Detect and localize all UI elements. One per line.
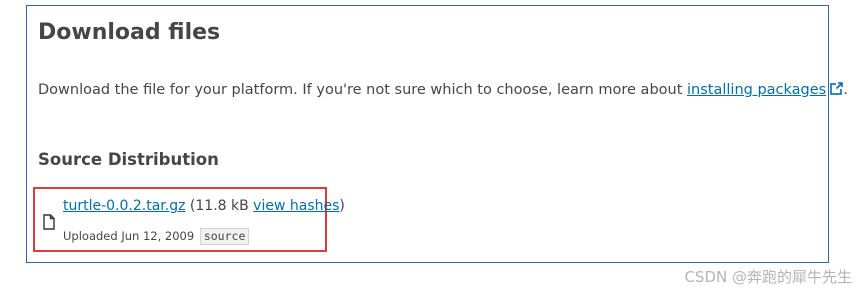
file-line: turtle-0.0.2.tar.gz (11.8 kB view hashes… (63, 197, 345, 215)
download-files-panel: Download files Download the file for you… (26, 5, 848, 263)
source-badge: source (199, 228, 250, 245)
download-intro-text: Download the file for your platform. If … (38, 81, 848, 99)
intro-prefix: Download the file for your platform. If … (38, 82, 688, 98)
file-size-close: ) (339, 198, 345, 214)
view-hashes-link[interactable]: view hashes (253, 198, 339, 214)
installing-packages-link[interactable]: installing packages (687, 82, 826, 98)
source-distribution-title: Source Distribution (38, 150, 219, 169)
source-file-card: turtle-0.0.2.tar.gz (11.8 kB view hashes… (33, 187, 345, 252)
file-size: (11.8 kB (185, 198, 254, 214)
file-icon (43, 214, 55, 230)
download-files-title: Download files (38, 20, 221, 45)
csdn-watermark: CSDN @奔跑的犀牛先生 (684, 268, 852, 286)
intro-suffix: . (843, 82, 848, 98)
upload-date: Uploaded Jun 12, 2009 (63, 229, 195, 243)
file-meta: Uploaded Jun 12, 2009 source (63, 228, 250, 245)
external-link-icon[interactable] (830, 82, 844, 95)
file-download-link[interactable]: turtle-0.0.2.tar.gz (63, 198, 185, 214)
